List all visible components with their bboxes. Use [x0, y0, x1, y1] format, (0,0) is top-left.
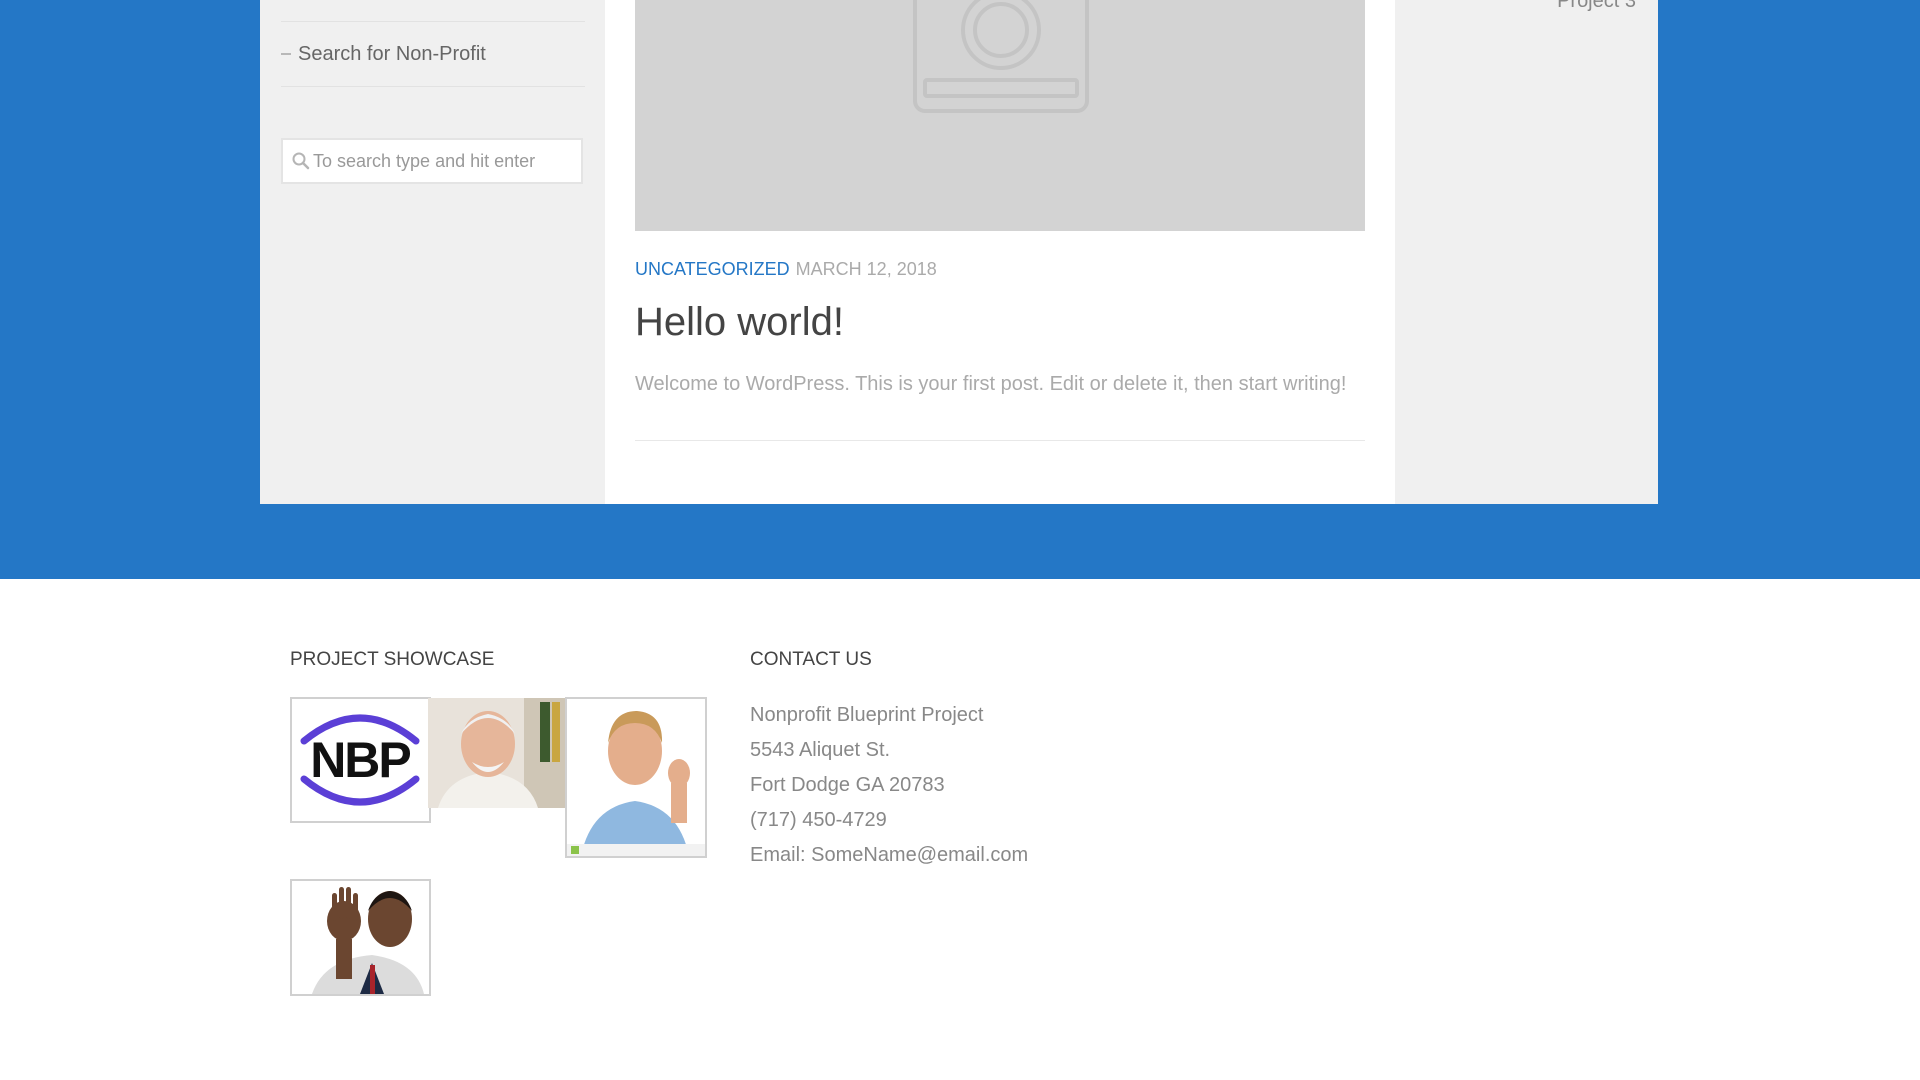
main-content: Uncategorized March 12, 2018 Hello world!… [605, 0, 1395, 504]
search-input[interactable] [313, 146, 563, 176]
showcase-thumb-older-man[interactable] [428, 698, 567, 808]
man-ok-gesture-photo [567, 699, 705, 856]
divider [281, 86, 585, 87]
showcase-thumb-man-ok-gesture[interactable] [565, 697, 707, 858]
left-sidebar: Search for Non-Profit [260, 0, 605, 504]
search-icon [292, 152, 310, 170]
divider [281, 21, 585, 22]
page-container: Search for Non-Profit UncategorizedMarch… [260, 0, 1658, 504]
nbp-logo: NBP [292, 699, 429, 821]
contact-city: Fort Dodge GA 20783 [750, 774, 945, 796]
showcase-thumb-man-waving[interactable] [290, 879, 431, 996]
showcase-thumb-nbp-logo[interactable]: NBP [290, 697, 431, 823]
post-title[interactable]: Hello world! [635, 300, 844, 345]
dash-icon [281, 53, 291, 55]
post-date: March 12, 2018 [795, 259, 937, 279]
contact-phone: (717) 450-4729 [750, 809, 887, 831]
post-excerpt: Welcome to WordPress. This is your first… [635, 373, 1347, 395]
contact-street: 5543 Aliquet St. [750, 739, 891, 761]
search-box [281, 138, 583, 184]
older-man-photo [428, 698, 567, 808]
post-featured-image[interactable] [635, 0, 1365, 231]
post-category-link[interactable]: Uncategorized [635, 259, 790, 279]
contact-email[interactable]: Email: SomeName@email.com [750, 838, 1028, 873]
man-waving-photo [292, 881, 429, 994]
sidebar-item-search-non-profit[interactable]: Search for Non-Profit [281, 36, 486, 72]
sidebar-item-label: Search for Non-Profit [298, 42, 486, 65]
divider [635, 440, 1365, 441]
contact-us-heading: Contact Us [750, 649, 872, 670]
camera-placeholder-icon [913, 0, 1089, 113]
contact-org: Nonprofit Blueprint Project [750, 704, 984, 726]
right-sidebar: Project 3 [1395, 0, 1658, 504]
post-meta: Uncategorized March 12, 2018 [635, 259, 937, 280]
svg-text:NBP: NBP [310, 732, 410, 788]
sidebar-link-project-3[interactable]: Project 3 [1557, 0, 1636, 13]
contact-info: Nonprofit Blueprint Project 5543 Aliquet… [750, 698, 1028, 873]
project-showcase-heading: Project Showcase [290, 649, 495, 670]
